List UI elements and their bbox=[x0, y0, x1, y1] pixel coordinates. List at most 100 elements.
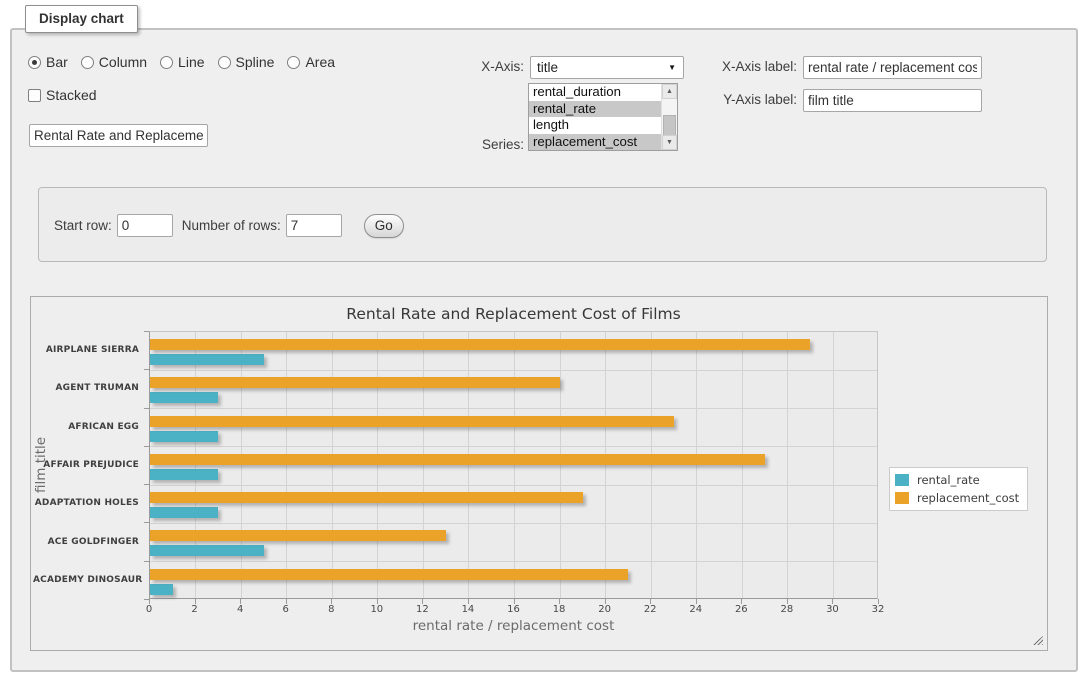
y-tickmark bbox=[144, 599, 149, 600]
scrollbar-thumb[interactable] bbox=[663, 115, 676, 136]
bar-replacement_cost bbox=[150, 492, 583, 503]
h-gridline bbox=[150, 523, 877, 524]
x-axis-select-label: X-Axis: bbox=[404, 59, 524, 74]
x-tick-label: 30 bbox=[814, 604, 850, 615]
chart-type-option-bar[interactable]: Bar bbox=[28, 54, 68, 70]
v-gridline bbox=[742, 332, 743, 598]
v-gridline bbox=[332, 332, 333, 598]
stacked-label: Stacked bbox=[46, 87, 97, 103]
y-axis-category-label: ACE GOLDFINGER bbox=[33, 537, 139, 547]
h-gridline bbox=[150, 370, 877, 371]
y-tickmark bbox=[144, 561, 149, 562]
h-gridline bbox=[150, 485, 877, 486]
x-axis-selected-value: title bbox=[537, 60, 558, 75]
series-option-rental_duration[interactable]: rental_duration bbox=[529, 84, 661, 101]
y-axis-label-input[interactable] bbox=[803, 89, 982, 112]
v-gridline bbox=[560, 332, 561, 598]
start-row-label: Start row: bbox=[54, 218, 112, 233]
resize-handle-icon[interactable] bbox=[1032, 636, 1043, 645]
y-axis-category-label: AGENT TRUMAN bbox=[33, 383, 139, 393]
v-gridline bbox=[423, 332, 424, 598]
radio-icon[interactable] bbox=[160, 56, 173, 69]
page: { "panel": { "legend_label": "Display ch… bbox=[0, 0, 1081, 681]
x-tick-label: 24 bbox=[678, 604, 714, 615]
radio-label: Area bbox=[305, 54, 335, 70]
x-axis-label-field-label: X-Axis label: bbox=[657, 59, 797, 74]
h-gridline bbox=[150, 408, 877, 409]
v-gridline bbox=[696, 332, 697, 598]
bar-replacement_cost bbox=[150, 377, 560, 388]
y-tickmark bbox=[144, 408, 149, 409]
chart-type-option-line[interactable]: Line bbox=[160, 54, 204, 70]
v-gridline bbox=[514, 332, 515, 598]
chart-title-input[interactable] bbox=[29, 124, 208, 147]
series-listbox[interactable]: rental_durationrental_ratelengthreplacem… bbox=[528, 83, 678, 151]
bar-replacement_cost bbox=[150, 454, 765, 465]
x-tick-label: 22 bbox=[632, 604, 668, 615]
scroll-down-icon[interactable]: ▼ bbox=[662, 135, 677, 150]
bar-replacement_cost bbox=[150, 339, 810, 350]
y-tickmark bbox=[144, 331, 149, 332]
x-tick-label: 14 bbox=[450, 604, 486, 615]
legend-entry-rental_rate: rental_rate bbox=[895, 473, 1019, 487]
legend-swatch bbox=[895, 474, 909, 486]
y-tickmark bbox=[144, 522, 149, 523]
radio-label: Line bbox=[178, 54, 204, 70]
x-tick-label: 16 bbox=[496, 604, 532, 615]
series-option-length[interactable]: length bbox=[529, 117, 661, 134]
radio-label: Spline bbox=[236, 54, 275, 70]
y-axis-category-label: ACADEMY DINOSAUR bbox=[33, 575, 139, 585]
x-tick-label: 12 bbox=[404, 604, 440, 615]
v-gridline bbox=[605, 332, 606, 598]
chart-type-option-spline[interactable]: Spline bbox=[218, 54, 275, 70]
v-gridline bbox=[833, 332, 834, 598]
chart-type-option-area[interactable]: Area bbox=[287, 54, 335, 70]
bar-rental_rate bbox=[150, 545, 264, 556]
legend-entry-replacement_cost: replacement_cost bbox=[895, 491, 1019, 505]
bar-rental_rate bbox=[150, 354, 264, 365]
row-range-box: Start row: Number of rows: Go bbox=[38, 187, 1047, 262]
y-axis-category-label: ADAPTATION HOLES bbox=[33, 498, 139, 508]
stacked-checkbox-row[interactable]: Stacked bbox=[28, 87, 97, 103]
plot-area bbox=[149, 331, 878, 599]
bar-replacement_cost bbox=[150, 530, 446, 541]
v-gridline bbox=[195, 332, 196, 598]
v-gridline bbox=[468, 332, 469, 598]
v-gridline bbox=[787, 332, 788, 598]
radio-icon[interactable] bbox=[287, 56, 300, 69]
panel-title: Display chart bbox=[25, 5, 138, 33]
row-range-controls: Start row: Number of rows: Go bbox=[54, 214, 404, 237]
h-gridline bbox=[150, 446, 877, 447]
go-button[interactable]: Go bbox=[364, 214, 404, 238]
start-row-input[interactable] bbox=[117, 214, 173, 237]
x-tick-label: 26 bbox=[723, 604, 759, 615]
y-tickmark bbox=[144, 446, 149, 447]
chart-canvas: Rental Rate and Replacement Cost of Film… bbox=[30, 296, 1048, 651]
x-tick-label: 32 bbox=[860, 604, 896, 615]
x-tick-label: 20 bbox=[587, 604, 623, 615]
x-tick-label: 2 bbox=[177, 604, 213, 615]
x-tick-label: 8 bbox=[313, 604, 349, 615]
y-axis-category-label: AFFAIR PREJUDICE bbox=[33, 460, 139, 470]
x-tick-label: 28 bbox=[769, 604, 805, 615]
x-axis-label-input[interactable] bbox=[803, 56, 982, 79]
chart-title: Rental Rate and Replacement Cost of Film… bbox=[149, 305, 878, 323]
bar-replacement_cost bbox=[150, 569, 628, 580]
y-axis-category-label: AIRPLANE SIERRA bbox=[33, 345, 139, 355]
radio-icon[interactable] bbox=[28, 56, 41, 69]
series-option-rental_rate[interactable]: rental_rate bbox=[529, 101, 661, 118]
v-gridline bbox=[241, 332, 242, 598]
bar-rental_rate bbox=[150, 392, 218, 403]
number-of-rows-input[interactable] bbox=[286, 214, 342, 237]
radio-icon[interactable] bbox=[218, 56, 231, 69]
series-option-replacement_cost[interactable]: replacement_cost bbox=[529, 134, 661, 151]
stacked-checkbox[interactable] bbox=[28, 89, 41, 102]
radio-icon[interactable] bbox=[81, 56, 94, 69]
chart-type-option-column[interactable]: Column bbox=[81, 54, 147, 70]
v-gridline bbox=[377, 332, 378, 598]
bar-rental_rate bbox=[150, 507, 218, 518]
number-of-rows-label: Number of rows: bbox=[182, 218, 281, 233]
chart-type-radiogroup: Bar Column Line Spline Area bbox=[28, 54, 335, 70]
h-gridline bbox=[150, 561, 877, 562]
chart-x-axis-label: rental rate / replacement cost bbox=[149, 618, 878, 634]
